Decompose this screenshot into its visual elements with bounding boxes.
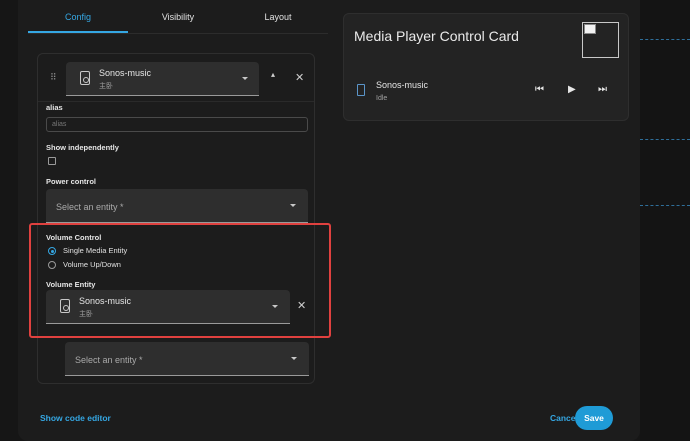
- speaker-icon: [357, 84, 365, 96]
- chevron-up-icon[interactable]: ▴: [271, 70, 275, 79]
- power-control-label: Power control: [46, 177, 97, 186]
- chevron-down-icon: [242, 77, 248, 80]
- card-editor-dialog: Config Visibility Layout ⠿ Sonos-music 主…: [18, 0, 640, 441]
- tab-config[interactable]: Config: [28, 12, 128, 22]
- power-control-select[interactable]: Select an entity *: [46, 189, 308, 223]
- alias-input[interactable]: alias: [46, 117, 308, 132]
- album-art-image: [582, 22, 619, 58]
- close-icon[interactable]: ✕: [295, 71, 304, 84]
- speaker-icon: [80, 71, 90, 85]
- alias-label: alias: [46, 103, 63, 112]
- active-tab-indicator: [28, 31, 128, 33]
- power-control-placeholder: Select an entity *: [56, 202, 124, 212]
- entity-select[interactable]: Sonos-music 主卧: [66, 62, 259, 96]
- player-name: Sonos-music: [376, 80, 429, 90]
- tab-layout[interactable]: Layout: [228, 12, 328, 22]
- chevron-down-icon: [291, 357, 297, 360]
- media-player-preview-card: Media Player Control Card Sonos-music Id…: [343, 13, 629, 121]
- extra-entity-placeholder: Select an entity *: [75, 355, 143, 365]
- entity-row: ⠿ Sonos-music 主卧 ▴ ✕: [38, 54, 314, 102]
- previous-track-icon[interactable]: ⏮: [535, 84, 544, 95]
- show-independently-label: Show independently: [46, 143, 119, 152]
- background-divider: [640, 39, 690, 40]
- show-code-editor-button[interactable]: Show code editor: [40, 413, 111, 423]
- tab-bar: Config Visibility Layout: [28, 0, 328, 34]
- extra-entity-select[interactable]: Select an entity *: [65, 342, 309, 376]
- cancel-button[interactable]: Cancel: [550, 413, 578, 423]
- play-icon[interactable]: ▶: [568, 84, 576, 95]
- background-divider: [640, 139, 690, 140]
- drag-handle-icon[interactable]: ⠿: [50, 72, 57, 83]
- annotation-highlight-box: [29, 223, 331, 338]
- next-track-icon[interactable]: ⏭: [598, 84, 607, 95]
- save-label: Save: [584, 413, 604, 423]
- background-dashboard: [640, 0, 690, 441]
- tab-visibility[interactable]: Visibility: [128, 12, 228, 22]
- entity-area: 主卧: [99, 83, 113, 90]
- background-divider: [640, 205, 690, 206]
- entity-name: Sonos-music: [99, 68, 152, 78]
- preview-title: Media Player Control Card: [354, 28, 519, 44]
- player-state: Idle: [376, 95, 388, 102]
- show-independently-checkbox[interactable]: [48, 157, 56, 165]
- save-button[interactable]: Save: [575, 406, 613, 430]
- chevron-down-icon: [290, 204, 296, 207]
- alias-placeholder: alias: [52, 121, 67, 128]
